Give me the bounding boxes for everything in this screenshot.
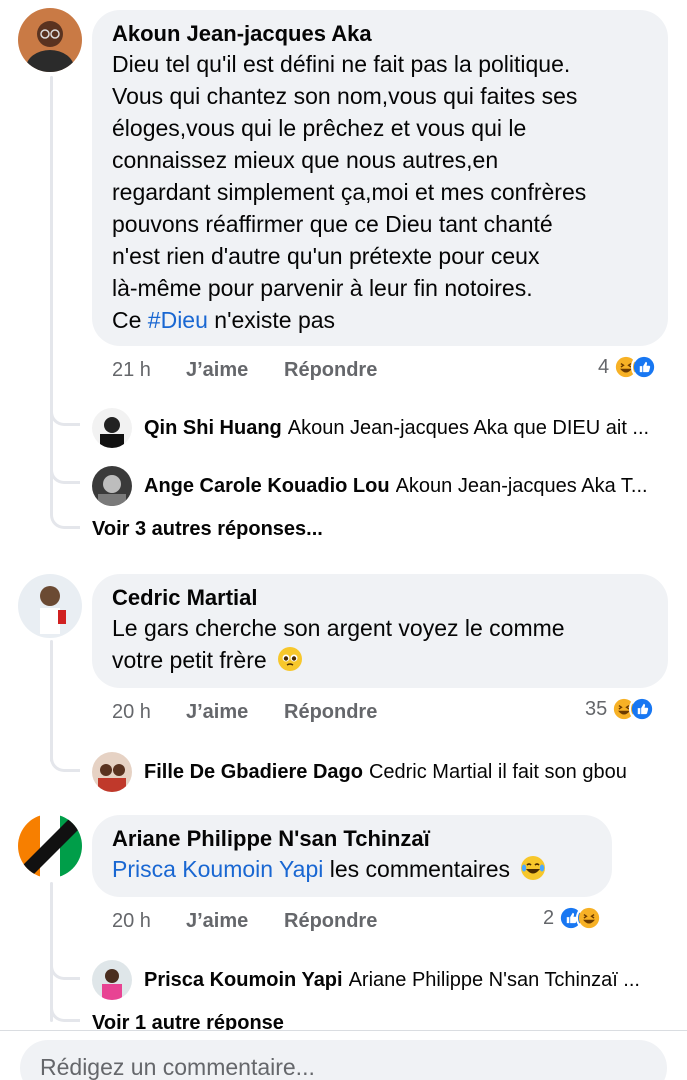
comment-line: Prisca Koumoin Yapi les commentaires xyxy=(112,853,592,885)
reaction-count: 4 xyxy=(598,355,610,378)
reply-item[interactable]: Fille De Gbadiere Dago Cedric Martial il… xyxy=(92,752,672,792)
like-button[interactable]: J’aime xyxy=(186,908,284,934)
reaction-summary[interactable]: 4 xyxy=(598,354,658,380)
comment-bubble: Cedric Martial Le gars cherche son argen… xyxy=(92,574,668,688)
reply-connector xyxy=(50,964,80,980)
reply-author[interactable]: Prisca Koumoin Yapi xyxy=(144,969,343,992)
reaction-summary[interactable]: 2 xyxy=(543,905,603,931)
mention-link[interactable]: Prisca Koumoin Yapi xyxy=(112,856,323,882)
hashtag-link[interactable]: #Dieu xyxy=(148,307,208,333)
comment-line: n'est rien d'autre qu'un prétexte pour c… xyxy=(112,243,540,269)
comment-line: éloges,vous qui le prêchez et vous qui l… xyxy=(112,115,527,141)
reply-avatar[interactable] xyxy=(92,960,132,1000)
like-button[interactable]: J’aime xyxy=(186,699,284,725)
composer-divider xyxy=(0,1030,687,1031)
like-reaction-icon xyxy=(629,696,656,722)
comment-line: pouvons réaffirmer que ce Dieu tant chan… xyxy=(112,211,553,237)
avatar[interactable] xyxy=(18,574,82,638)
comment-last-line: votre petit frère xyxy=(112,644,648,676)
comment-text: les commentaires xyxy=(323,856,510,882)
avatar[interactable] xyxy=(18,8,82,72)
like-button[interactable]: J’aime xyxy=(186,357,284,383)
reaction-count: 35 xyxy=(585,697,608,720)
pleading-face-emoji-icon xyxy=(277,646,303,672)
reaction-summary[interactable]: 35 xyxy=(585,696,656,722)
comment-line: Le gars cherche son argent voyez le comm… xyxy=(112,615,565,641)
comment-line: là-même pour parvenir à leur fin notoire… xyxy=(112,275,533,301)
thread-line xyxy=(50,76,53,514)
comment-time[interactable]: 20 h xyxy=(112,699,186,725)
reply-button[interactable]: Répondre xyxy=(284,908,377,934)
joy-face-emoji-icon xyxy=(520,855,546,881)
reply-button[interactable]: Répondre xyxy=(284,357,377,383)
comment-author[interactable]: Akoun Jean-jacques Aka xyxy=(112,20,648,48)
reply-connector xyxy=(50,513,80,529)
reply-connector xyxy=(50,1006,80,1022)
comment-last-line: Ce #Dieu n'existe pas xyxy=(112,304,648,336)
comment-line: regardant simplement ça,moi et mes confr… xyxy=(112,179,587,205)
comment-bubble: Akoun Jean-jacques Aka Dieu tel qu'il es… xyxy=(92,10,668,346)
comment-text: n'existe pas xyxy=(207,307,336,333)
reply-connector xyxy=(50,468,80,484)
reply-item[interactable]: Prisca Koumoin Yapi Ariane Philippe N'sa… xyxy=(92,960,672,1000)
reply-avatar[interactable] xyxy=(92,752,132,792)
comment-line: Vous qui chantez son nom,vous qui faites… xyxy=(112,83,578,109)
reply-author[interactable]: Ange Carole Kouadio Lou xyxy=(144,475,390,498)
view-more-replies-link[interactable]: Voir 1 autre réponse xyxy=(92,1012,284,1030)
comment-text: votre petit frère xyxy=(112,647,267,673)
comment-actions: 20 h J’aime Répondre xyxy=(112,699,377,725)
reply-text: Akoun Jean-jacques Aka que DIEU ait ... xyxy=(287,416,650,439)
avatar[interactable] xyxy=(18,814,82,878)
comment-text: Ce xyxy=(112,307,148,333)
reply-item[interactable]: Qin Shi Huang Akoun Jean-jacques Aka que… xyxy=(92,408,672,448)
comment-line: connaissez mieux que nous autres,en xyxy=(112,147,499,173)
comment-line: Dieu tel qu'il est défini ne fait pas la… xyxy=(112,51,571,77)
reply-avatar[interactable] xyxy=(92,466,132,506)
reply-text: Ariane Philippe N'san Tchinzaï ... xyxy=(348,968,640,991)
comment-actions: 20 h J’aime Répondre xyxy=(112,908,377,934)
view-more-replies-link[interactable]: Voir 3 autres réponses... xyxy=(92,518,323,541)
reply-author[interactable]: Fille De Gbadiere Dago xyxy=(144,761,363,784)
thread-line xyxy=(50,882,53,1022)
thread-line xyxy=(50,640,53,762)
like-reaction-icon xyxy=(631,354,658,380)
reply-author[interactable]: Qin Shi Huang xyxy=(144,417,282,440)
comment-composer[interactable] xyxy=(20,1040,667,1080)
comment-time[interactable]: 21 h xyxy=(112,357,186,383)
reply-item[interactable]: Ange Carole Kouadio Lou Akoun Jean-jacqu… xyxy=(92,466,672,506)
comment-actions: 21 h J’aime Répondre xyxy=(112,357,377,383)
comment-input[interactable] xyxy=(40,1054,647,1080)
reply-text: Cedric Martial il fait son gbou xyxy=(368,760,627,783)
reply-avatar[interactable] xyxy=(92,408,132,448)
comment-time[interactable]: 20 h xyxy=(112,908,186,934)
reply-text: Akoun Jean-jacques Aka T... xyxy=(395,474,648,497)
reaction-count: 2 xyxy=(543,906,555,929)
reply-connector xyxy=(50,410,80,426)
reply-button[interactable]: Répondre xyxy=(284,699,377,725)
comment-bubble: Ariane Philippe N'san Tchinzaï Prisca Ko… xyxy=(92,815,612,897)
reply-connector xyxy=(50,756,80,772)
comment-author[interactable]: Cedric Martial xyxy=(112,584,648,612)
comment-author[interactable]: Ariane Philippe N'san Tchinzaï xyxy=(112,825,592,853)
haha-reaction-icon xyxy=(576,905,603,931)
